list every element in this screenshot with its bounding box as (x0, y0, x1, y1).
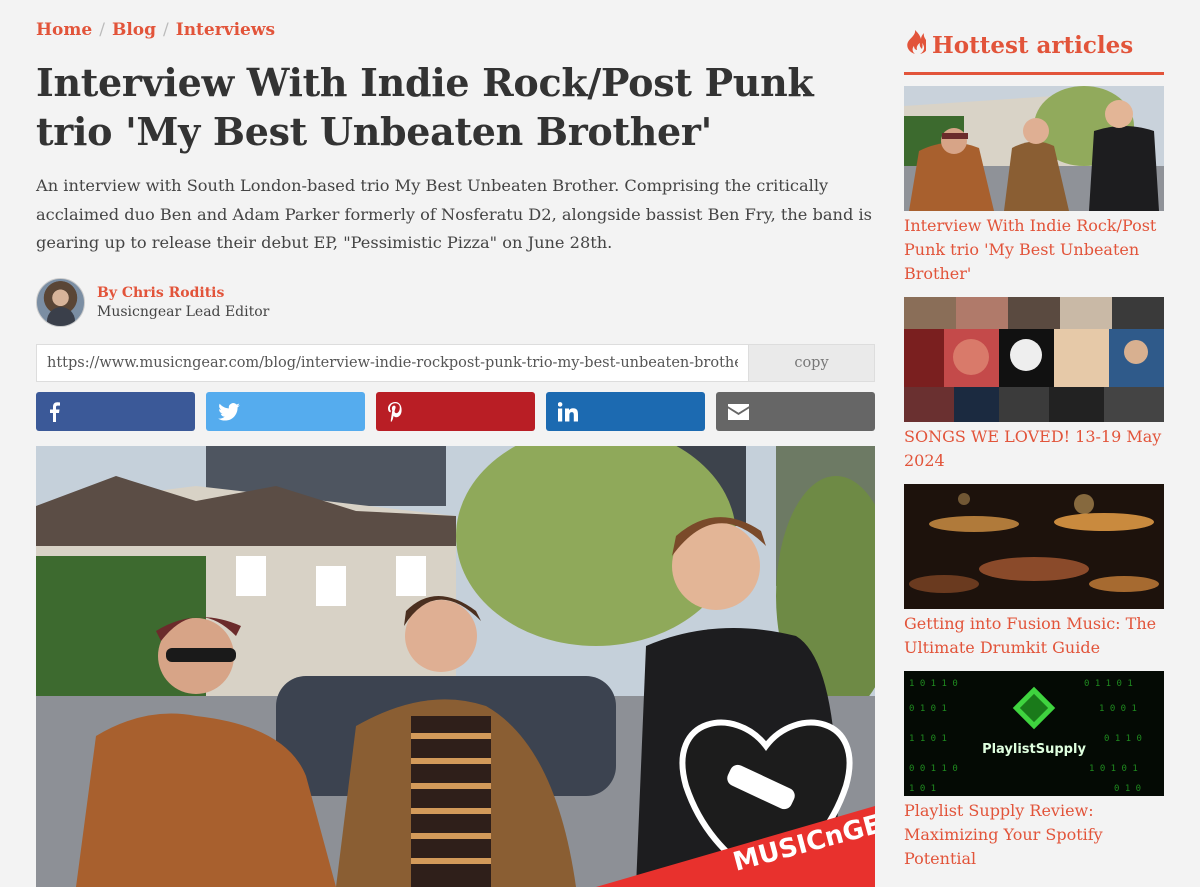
svg-text:1 0 1: 1 0 1 (909, 784, 936, 794)
twitter-share-button[interactable] (206, 392, 365, 431)
author-name[interactable]: By Chris Roditis (97, 284, 269, 303)
article-intro: An interview with South London-based tri… (36, 176, 872, 252)
fire-icon (904, 30, 928, 60)
breadcrumb: Home / Blog / Interviews (36, 20, 275, 40)
article-thumbnail[interactable]: 1 0 1 1 0 0 1 1 0 1 0 1 0 1 1 0 0 1 1 1 0 … (904, 671, 1164, 796)
sidebar: Hottest articles Interview With Indie Ro… (904, 30, 1164, 871)
hero-image: MUSICnGEAR (36, 446, 875, 887)
share-buttons (36, 392, 875, 431)
svg-text:1 0 1 0 1: 1 0 1 0 1 (1089, 764, 1138, 774)
article-title: Interview With Indie Rock/Post Punk trio… (36, 60, 814, 154)
breadcrumb-separator: / (163, 20, 169, 40)
svg-text:1 0 0 1: 1 0 0 1 (1099, 704, 1137, 714)
breadcrumb-separator: / (99, 20, 105, 40)
mail-icon (728, 403, 749, 420)
share-url-input[interactable] (37, 345, 748, 381)
svg-text:0 1 1 0 1: 0 1 1 0 1 (1084, 679, 1133, 689)
linkedin-share-button[interactable] (546, 392, 705, 431)
author-block: By Chris Roditis Musicngear Lead Editor (36, 278, 269, 327)
svg-text:1 1 0 1: 1 1 0 1 (909, 734, 947, 744)
article-thumbnail[interactable] (904, 484, 1164, 609)
article-thumbnail[interactable] (904, 297, 1164, 422)
breadcrumb-blog[interactable]: Blog (112, 20, 156, 40)
svg-text:1 0 1 1 0: 1 0 1 1 0 (909, 679, 958, 689)
pinterest-share-button[interactable] (376, 392, 535, 431)
author-avatar[interactable] (36, 278, 85, 327)
pinterest-icon (388, 401, 402, 422)
sidebar-article[interactable]: Getting into Fusion Music: The Ultimate … (904, 484, 1164, 660)
share-url-box: copy (36, 344, 875, 382)
svg-text:0 1 0: 0 1 0 (1114, 784, 1141, 794)
sidebar-article-link[interactable]: SONGS WE LOVED! 13-19 May 2024 (904, 425, 1164, 473)
sidebar-article[interactable]: Interview With Indie Rock/Post Punk trio… (904, 86, 1164, 286)
copy-button[interactable]: copy (748, 345, 874, 381)
article-thumbnail[interactable] (904, 86, 1164, 211)
svg-text:0 0 1 1 0: 0 0 1 1 0 (909, 764, 958, 774)
svg-text:0 1 0 1: 0 1 0 1 (909, 704, 947, 714)
author-role: Musicngear Lead Editor (97, 303, 270, 320)
twitter-icon (218, 402, 240, 421)
linkedin-icon (558, 401, 578, 422)
playlistsupply-logo-text: PlaylistSupply (982, 742, 1086, 757)
facebook-share-button[interactable] (36, 392, 195, 431)
facebook-icon (48, 401, 60, 422)
svg-text:0 1 1 0: 0 1 1 0 (1104, 734, 1142, 744)
sidebar-title: Hottest articles (904, 30, 1164, 75)
breadcrumb-interviews[interactable]: Interviews (176, 20, 275, 40)
sidebar-article-link[interactable]: Interview With Indie Rock/Post Punk trio… (904, 214, 1164, 286)
sidebar-article-link[interactable]: Playlist Supply Review: Maximizing Your … (904, 799, 1164, 871)
sidebar-title-text: Hottest articles (932, 31, 1134, 59)
email-share-button[interactable] (716, 392, 875, 431)
sidebar-article[interactable]: SONGS WE LOVED! 13-19 May 2024 (904, 297, 1164, 473)
sidebar-article-link[interactable]: Getting into Fusion Music: The Ultimate … (904, 612, 1164, 660)
sidebar-article[interactable]: 1 0 1 1 0 0 1 1 0 1 0 1 0 1 1 0 0 1 1 1 0 … (904, 671, 1164, 871)
breadcrumb-home[interactable]: Home (36, 20, 92, 40)
